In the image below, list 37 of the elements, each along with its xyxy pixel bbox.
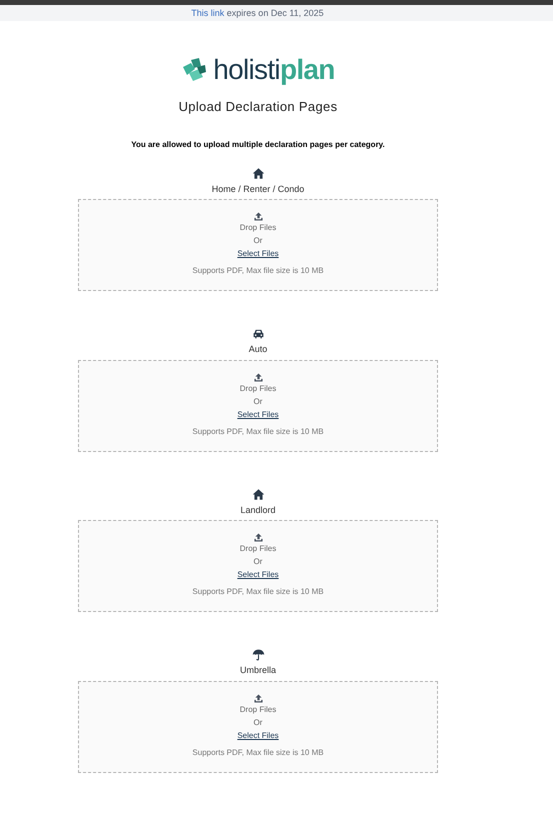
umbrella-icon bbox=[252, 648, 264, 661]
drop-files-text: Drop Files bbox=[240, 543, 276, 555]
category-label: Home / Renter / Condo bbox=[212, 182, 304, 196]
drop-files-text: Drop Files bbox=[240, 382, 276, 394]
file-hint: Supports PDF, Max file size is 10 MB bbox=[192, 586, 324, 598]
file-hint: Supports PDF, Max file size is 10 MB bbox=[192, 426, 324, 438]
drop-files-text: Drop Files bbox=[240, 222, 276, 234]
page-title: Upload Declaration Pages bbox=[178, 98, 338, 116]
select-files-link[interactable]: Select Files bbox=[237, 730, 279, 742]
drop-files-text: Drop Files bbox=[240, 704, 276, 716]
select-files-link[interactable]: Select Files bbox=[237, 408, 279, 420]
upload-icon bbox=[254, 533, 262, 542]
car-icon bbox=[252, 327, 264, 340]
upload-icon bbox=[254, 372, 262, 382]
file-hint: Supports PDF, Max file size is 10 MB bbox=[192, 265, 324, 277]
file-hint: Supports PDF, Max file size is 10 MB bbox=[192, 746, 324, 758]
house-icon bbox=[252, 166, 264, 180]
upload-icon bbox=[254, 212, 262, 221]
or-text: Or bbox=[254, 716, 262, 728]
house-icon bbox=[252, 488, 264, 500]
logo-icon bbox=[181, 57, 208, 83]
category-label: Landlord bbox=[240, 504, 276, 516]
drop-zone[interactable]: Drop Files Or Select Files Supports PDF, Max file size is 10 MB bbox=[78, 680, 438, 772]
or-text: Or bbox=[254, 396, 262, 408]
drop-zone[interactable]: Drop Files Or Select Files Supports PDF, Max file size is 10 MB bbox=[78, 520, 438, 612]
upload-icon bbox=[254, 694, 262, 702]
expiry-notice: This link expires on Dec 11, 2025 bbox=[191, 7, 324, 20]
upload-notice: You are allowed to upload multiple declaration pages per category. bbox=[131, 138, 385, 150]
select-files-link[interactable]: Select Files bbox=[237, 569, 279, 581]
or-text: Or bbox=[254, 556, 262, 568]
select-files-link[interactable]: Select Files bbox=[237, 248, 279, 260]
drop-zone[interactable]: Drop Files Or Select Files Supports PDF, Max file size is 10 MB bbox=[78, 199, 438, 291]
logo-wordmark: holistiplan bbox=[213, 55, 335, 85]
category-label: Umbrella bbox=[240, 664, 276, 677]
category-label: Auto bbox=[248, 343, 268, 356]
or-text: Or bbox=[254, 235, 262, 247]
drop-zone[interactable]: Drop Files Or Select Files Supports PDF, Max file size is 10 MB bbox=[78, 360, 438, 452]
